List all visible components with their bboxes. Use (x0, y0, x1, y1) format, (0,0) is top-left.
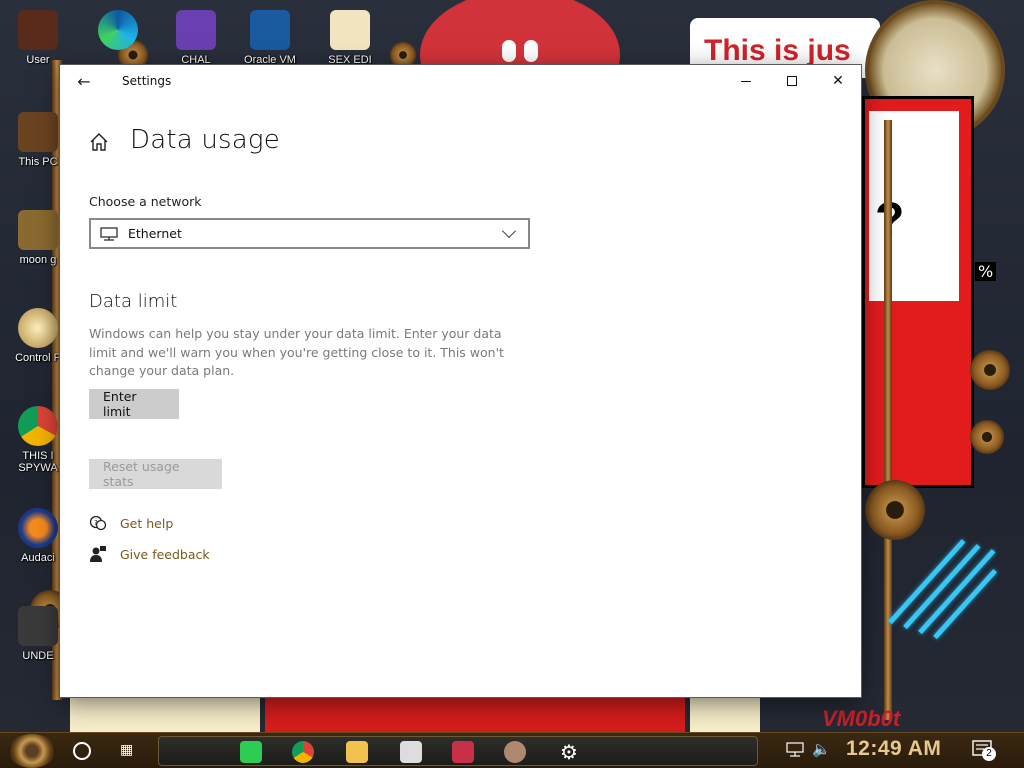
desktop-icon-label: Control P (15, 352, 61, 364)
task-view-icon[interactable]: ▦ (120, 742, 142, 760)
desktop-icon-audacity[interactable]: Audaci (8, 508, 68, 564)
chevron-down-icon (501, 223, 517, 239)
title-bar[interactable]: ← Settings ✕ (60, 65, 861, 97)
minimize-button[interactable] (723, 65, 769, 97)
desktop-icon-user[interactable]: User (8, 10, 68, 66)
search-circle-icon[interactable] (73, 742, 91, 760)
background-cyan-tube (903, 544, 981, 630)
background-pipe (884, 120, 892, 720)
data-limit-description: Windows can help you stay under your dat… (89, 326, 504, 378)
media-icon (452, 741, 474, 763)
desktop-icon-virtualbox[interactable]: Oracle VM (240, 10, 300, 66)
taskbar: ▦ ⚙ 🔈 12:49 AM 2 (0, 732, 1024, 768)
desktop-icon-label: Audaci (21, 552, 55, 564)
moon-app-icon (18, 210, 58, 250)
start-button[interactable] (8, 734, 56, 768)
taskbar-chrome[interactable] (287, 739, 319, 765)
background-percent: % (975, 262, 997, 281)
background-strip (70, 696, 260, 732)
taskbar-portrait-app[interactable] (499, 739, 531, 765)
desktop-icon-label: SPYWA (18, 462, 58, 474)
desktop-icon-edge[interactable] (88, 10, 148, 54)
taskbar-clock[interactable]: 12:49 AM (846, 737, 941, 761)
desktop-icon-label: THIS I (22, 450, 54, 462)
background-white-panel: ? (869, 111, 959, 301)
visual-studio-icon (176, 10, 216, 50)
background-red-panel: ? (862, 96, 974, 488)
maximize-icon (787, 76, 797, 86)
background-strip (265, 696, 685, 732)
get-help-link[interactable]: ? Get help (89, 514, 173, 532)
taskbar-spotify[interactable] (235, 739, 267, 765)
virtualbox-icon (250, 10, 290, 50)
app-icon (18, 606, 58, 646)
hxd-icon (330, 10, 370, 50)
spotify-icon (240, 741, 262, 763)
desktop-icon-control-panel[interactable]: Control P (8, 308, 68, 364)
user-folder-icon (18, 10, 58, 50)
taskbar-apps: ⚙ (158, 736, 758, 766)
taskbar-settings[interactable]: ⚙ (553, 739, 585, 765)
chrome-icon (18, 406, 58, 446)
background-gear (970, 420, 1004, 454)
enter-limit-button[interactable]: Enter limit (89, 389, 179, 419)
computer-icon (18, 112, 58, 152)
background-gear (970, 350, 1010, 390)
reset-usage-stats-button: Reset usage stats (89, 459, 222, 489)
desktop-icon-chrome[interactable]: THIS I SPYWA (8, 406, 68, 474)
gear-icon: ⚙ (560, 740, 578, 764)
taskbar-media-app[interactable] (447, 739, 479, 765)
give-feedback-link[interactable]: Give feedback (89, 545, 210, 563)
skull-icon (400, 741, 422, 763)
network-selected-value: Ethernet (128, 226, 182, 241)
folder-icon (346, 741, 368, 763)
back-arrow-icon: ← (77, 71, 91, 91)
page-title: Data usage (130, 125, 280, 155)
background-cyan-tube (918, 549, 996, 635)
desktop-icon-label: User (26, 54, 50, 66)
taskbar-skull-app[interactable] (395, 739, 427, 765)
background-strip (690, 696, 760, 732)
network-label: Choose a network (89, 194, 202, 209)
background-vm-text: VM0b0t (822, 706, 901, 731)
desktop-icon-this-pc[interactable]: This PC (8, 112, 68, 168)
desktop-icon-label: This PC (18, 156, 58, 168)
background-dot (502, 40, 516, 62)
desktop-icon-label: UNDE (22, 650, 54, 662)
window-title: Settings (122, 74, 172, 88)
get-help-label: Get help (120, 515, 174, 531)
maximize-button[interactable] (769, 65, 815, 97)
network-dropdown[interactable]: Ethernet (89, 218, 530, 249)
portrait-icon (504, 741, 526, 763)
data-limit-heading: Data limit (89, 291, 178, 312)
background-gear (865, 480, 925, 540)
desktop-icon-visual-studio[interactable]: CHAL (166, 10, 226, 66)
settings-window: ← Settings ✕ Data usage Choose a network… (60, 65, 861, 697)
background-dot (524, 40, 538, 62)
close-icon: ✕ (832, 73, 844, 89)
back-button[interactable]: ← (72, 69, 96, 93)
minimize-icon (741, 80, 751, 82)
volume-icon[interactable]: 🔈 (812, 740, 831, 758)
close-button[interactable]: ✕ (815, 65, 861, 97)
taskbar-file-explorer[interactable] (341, 739, 373, 765)
desktop-icon-label: moon g (19, 254, 57, 266)
svg-text:?: ? (94, 519, 98, 527)
audacity-icon (18, 508, 58, 548)
notification-count-badge: 2 (982, 747, 996, 761)
ethernet-icon (100, 226, 118, 241)
light-bulb-icon (18, 308, 58, 348)
give-feedback-label: Give feedback (120, 546, 210, 562)
desktop-icon-unde[interactable]: UNDE (8, 606, 68, 662)
feedback-person-icon (90, 546, 106, 562)
desktop-icon-moon[interactable]: moon g (8, 210, 68, 266)
desktop-icon-hxd[interactable]: SEX EDI (320, 10, 380, 66)
chrome-icon (292, 741, 314, 763)
home-icon[interactable] (88, 131, 110, 153)
help-chat-icon: ? (89, 515, 107, 531)
network-tray-icon[interactable] (786, 742, 804, 758)
edge-icon (98, 10, 138, 50)
